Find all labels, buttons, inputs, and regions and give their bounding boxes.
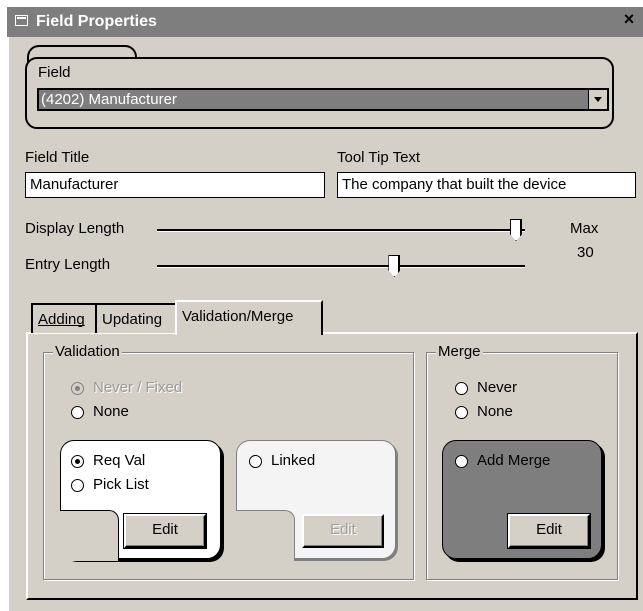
- entry-length-label: Entry Length: [25, 256, 111, 273]
- radio-merge-never[interactable]: [455, 382, 468, 395]
- linked-label: Linked: [271, 452, 316, 469]
- none-label: None: [93, 403, 129, 420]
- field-title-input[interactable]: Manufacturer: [25, 172, 325, 198]
- radio-pick-list[interactable]: [71, 479, 84, 492]
- tab-validation-merge[interactable]: Validation/Merge: [175, 300, 323, 335]
- radio-none[interactable]: [71, 406, 84, 419]
- entry-length-track: [157, 265, 525, 268]
- radio-req-val[interactable]: [71, 455, 84, 468]
- title-bar[interactable]: Field Properties: [7, 7, 643, 37]
- merge-title: Merge: [436, 343, 483, 360]
- chevron-down-icon[interactable]: [588, 90, 607, 109]
- display-length-track: [157, 229, 525, 232]
- merge-never-label: Never: [477, 379, 518, 396]
- never-fixed-label: Never / Fixed: [93, 379, 183, 396]
- field-title-label: Field Title: [25, 149, 90, 166]
- radio-linked[interactable]: [249, 455, 262, 468]
- tab-updating[interactable]: Updating: [95, 303, 177, 333]
- pick-list-label: Pick List: [93, 476, 149, 493]
- tab-adding[interactable]: Adding: [31, 303, 97, 333]
- field-select-value: (4202) Manufacturer: [41, 91, 177, 108]
- tooltip-label: Tool Tip Text: [337, 149, 421, 166]
- add-merge-label: Add Merge: [477, 452, 551, 469]
- merge-none-label: None: [477, 403, 513, 420]
- window-title: Field Properties: [36, 13, 157, 30]
- close-icon[interactable]: ×: [618, 9, 640, 31]
- field-group-label: Field: [38, 64, 71, 81]
- field-select[interactable]: (4202) Manufacturer: [37, 88, 609, 111]
- edit-button-linked: Edit: [302, 514, 384, 548]
- window-icon: [15, 15, 28, 26]
- edit-button-merge[interactable]: Edit: [507, 513, 591, 549]
- radio-never-fixed: [71, 382, 84, 395]
- validation-title: Validation: [53, 343, 122, 360]
- tooltip-input[interactable]: The company that built the device: [337, 172, 636, 198]
- max-label: Max: [570, 220, 599, 237]
- radio-merge-none[interactable]: [455, 406, 468, 419]
- radio-add-merge[interactable]: [455, 455, 468, 468]
- req-val-label: Req Val: [93, 452, 146, 469]
- display-length-label: Display Length: [25, 220, 125, 237]
- edit-button-req-val[interactable]: Edit: [123, 513, 207, 549]
- max-value: 30: [577, 244, 594, 261]
